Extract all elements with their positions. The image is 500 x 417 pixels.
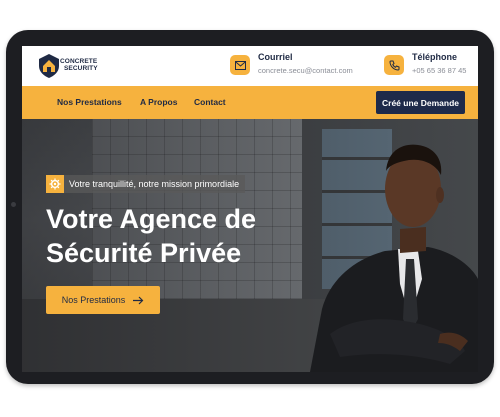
hero-section: Votre tranquillité, notre mission primor… [22,119,478,372]
contact-phone[interactable]: Téléphone +05 65 36 87 45 [384,51,474,81]
website-screen: CONCRETE SECURITY Courriel concrete.secu… [22,46,478,372]
top-bar: CONCRETE SECURITY Courriel concrete.secu… [22,46,478,86]
security-agent-image [310,144,478,372]
hero-title-line1: Votre Agence de [46,204,257,234]
shield-house-icon [39,54,59,78]
brand-logo[interactable]: CONCRETE SECURITY [38,50,102,82]
contact-email-label: Courriel [258,52,293,62]
hero-tagline-text: Votre tranquillité, notre mission primor… [69,179,240,189]
main-nav: Nos Prestations A Propos Contact Créé un… [22,86,478,119]
mail-icon [230,55,250,75]
contact-phone-value: +05 65 36 87 45 [412,66,467,75]
nav-item-contact[interactable]: Contact [194,97,226,107]
gear-icon [46,175,64,193]
nav-item-prestations[interactable]: Nos Prestations [57,97,122,107]
hero-prestations-button-label: Nos Prestations [61,295,126,305]
hero-prestations-button[interactable]: Nos Prestations [46,286,160,314]
camera-dot [11,202,16,207]
phone-icon [384,55,404,75]
nav-item-a-propos[interactable]: A Propos [140,97,177,107]
hero-tagline: Votre tranquillité, notre mission primor… [46,175,246,193]
contact-email[interactable]: Courriel concrete.secu@contact.com [230,51,353,81]
brand-line2: SECURITY [64,65,98,72]
hero-title: Votre Agence de Sécurité Privée [46,202,306,270]
arrow-right-icon [133,296,144,304]
create-request-button[interactable]: Créé une Demande [376,91,465,114]
contact-phone-label: Téléphone [412,52,458,62]
brand-line1: CONCRETE [60,58,98,65]
contact-email-value: concrete.secu@contact.com [258,66,353,75]
hero-title-line2: Sécurité Privée [46,238,242,268]
